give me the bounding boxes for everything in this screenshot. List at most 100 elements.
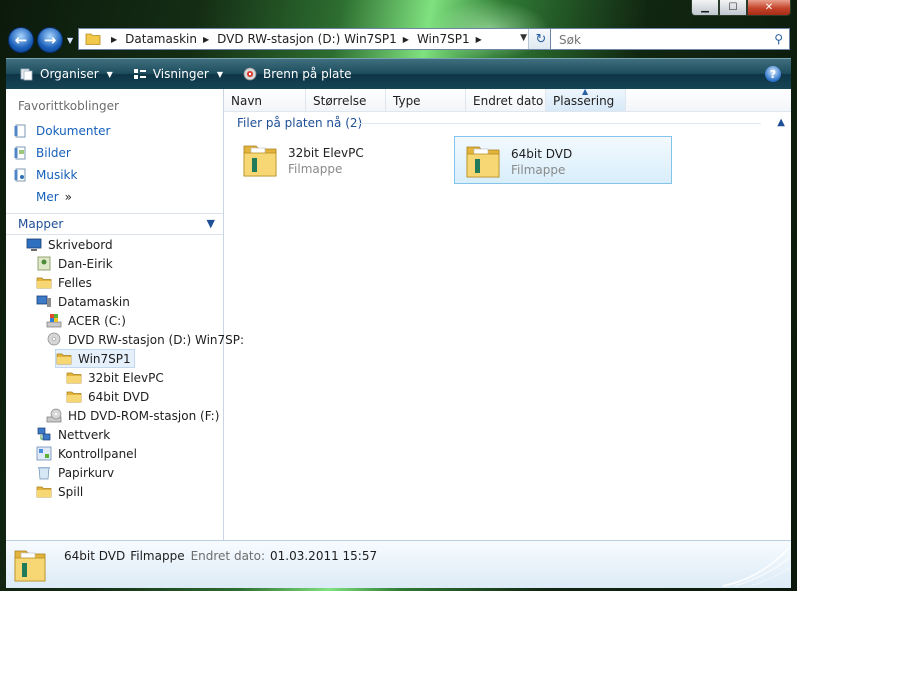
double-chevron-icon: » bbox=[64, 190, 73, 204]
folder-tile-64bit[interactable]: 64bit DVD Filmappe bbox=[454, 136, 672, 184]
tree-item[interactable]: DVD RW-stasjon (D:) Win7SP: bbox=[46, 330, 244, 349]
tree-item[interactable]: 64bit DVD bbox=[66, 387, 149, 406]
tree-item[interactable]: Felles bbox=[36, 273, 92, 292]
chevron-down-icon: ▼ bbox=[106, 69, 113, 79]
favorite-label: Mer bbox=[36, 190, 59, 204]
control-panel-icon bbox=[36, 446, 52, 461]
network-icon bbox=[37, 427, 51, 441]
tree-item[interactable]: HD DVD-ROM-stasjon (F:) bbox=[46, 406, 219, 425]
tree-item[interactable]: Datamaskin bbox=[36, 292, 130, 311]
tree-item[interactable]: Kontrollpanel bbox=[36, 444, 137, 463]
tree-item[interactable]: Dan-Eirik bbox=[36, 254, 113, 273]
tree-item-label: Datamaskin bbox=[58, 294, 130, 309]
favorite-label: Bilder bbox=[36, 146, 71, 160]
hd-dvd-drive-icon bbox=[46, 408, 62, 423]
address-bar[interactable]: ▶ Datamaskin ▶ DVD RW-stasjon (D:) Win7S… bbox=[78, 28, 554, 50]
favorite-pictures[interactable]: Bilder bbox=[14, 143, 214, 163]
navigation-pane: Favorittkoblinger Dokumenter Bilder Musi… bbox=[6, 89, 244, 540]
folders-header[interactable]: Mapper ▼ bbox=[6, 213, 223, 235]
pictures-icon bbox=[14, 146, 26, 160]
breadcrumb-win7sp1[interactable]: Win7SP1 bbox=[417, 32, 470, 46]
search-icon[interactable]: ⚲ bbox=[774, 32, 783, 46]
favorite-more[interactable]: Mer » bbox=[14, 187, 214, 207]
column-modified[interactable]: Endret dato bbox=[466, 89, 546, 111]
group-header[interactable]: Filer på platen nå (2) bbox=[237, 116, 362, 130]
tree-item-label: Dan-Eirik bbox=[58, 256, 113, 271]
chevron-down-icon: ▼ bbox=[216, 69, 223, 79]
views-icon bbox=[133, 69, 146, 79]
details-type: Filmappe bbox=[130, 549, 185, 563]
column-location[interactable]: ▲ Plassering bbox=[546, 87, 626, 111]
burn-button[interactable]: Brenn på plate bbox=[239, 65, 356, 83]
breadcrumb-arrow-icon[interactable]: ▶ bbox=[403, 35, 409, 44]
favorite-label: Dokumenter bbox=[36, 124, 111, 138]
folder-tile-32bit[interactable]: 32bit ElevPC Filmappe bbox=[232, 136, 450, 184]
details-pane: 64bit DVD Filmappe Endret dato: 01.03.20… bbox=[6, 540, 791, 588]
views-label: Visninger bbox=[152, 67, 209, 81]
help-button[interactable]: ? bbox=[765, 66, 781, 82]
folders-title: Mapper bbox=[18, 217, 64, 231]
back-arrow-icon: ← bbox=[14, 31, 28, 49]
client-area: Favorittkoblinger Dokumenter Bilder Musi… bbox=[6, 87, 791, 540]
favorite-label: Musikk bbox=[36, 168, 78, 182]
tree-item[interactable]: Skrivebord bbox=[26, 235, 113, 254]
tree-item[interactable]: 32bit ElevPC bbox=[66, 368, 164, 387]
folder-icon bbox=[36, 486, 52, 498]
breadcrumb-computer[interactable]: Datamaskin bbox=[125, 32, 197, 46]
search-box: ⚲ bbox=[550, 28, 790, 50]
breadcrumb-dvd-drive[interactable]: DVD RW-stasjon (D:) Win7SP1 bbox=[217, 32, 397, 46]
tree-item[interactable]: ACER (C:) bbox=[46, 311, 126, 330]
column-size[interactable]: Størrelse bbox=[306, 89, 386, 111]
decorative-swoosh bbox=[722, 547, 790, 587]
folder-name: 64bit DVD bbox=[511, 147, 573, 161]
navigation-bar: ← → ▼ ▶ Datamaskin ▶ DVD RW-stasjon (D:)… bbox=[8, 26, 790, 56]
tree-item[interactable]: Win7SP1 bbox=[55, 349, 135, 368]
close-button[interactable]: ✕ bbox=[747, 0, 791, 16]
tree-item-label: DVD RW-stasjon (D:) Win7SP: bbox=[68, 332, 245, 347]
folder-icon bbox=[66, 372, 82, 384]
tree-item[interactable]: Spill bbox=[36, 482, 83, 501]
organise-label: Organiser bbox=[40, 67, 99, 81]
documents-icon bbox=[14, 124, 26, 138]
tree-item[interactable]: Nettverk bbox=[36, 425, 110, 444]
folder-icon bbox=[36, 277, 52, 289]
tree-item-label: Papirkurv bbox=[58, 465, 115, 480]
forward-arrow-icon: → bbox=[43, 31, 57, 49]
collapse-chevron-icon[interactable]: ▲ bbox=[777, 117, 785, 128]
windows-drive-icon bbox=[46, 314, 62, 328]
tree-item-label: 32bit ElevPC bbox=[88, 370, 164, 385]
folder-icon bbox=[466, 146, 500, 178]
details-modified-value: 01.03.2011 15:57 bbox=[270, 549, 378, 563]
organise-button[interactable]: Organiser ▼ bbox=[16, 65, 117, 83]
chevron-down-icon: ▼ bbox=[206, 217, 215, 230]
folder-type: Filmappe bbox=[511, 163, 566, 177]
details-modified-label: Endret dato: bbox=[190, 549, 266, 563]
breadcrumb-arrow-icon[interactable]: ▶ bbox=[203, 35, 209, 44]
column-headers: Navn Størrelse Type Endret dato ▲ Plasse… bbox=[224, 87, 791, 112]
breadcrumb-arrow-icon[interactable]: ▶ bbox=[111, 35, 117, 44]
minimize-button[interactable]: ▁ bbox=[691, 0, 719, 16]
back-button[interactable]: ← bbox=[8, 27, 34, 53]
burn-disc-icon bbox=[243, 67, 257, 81]
history-dropdown-icon[interactable]: ▼ bbox=[67, 36, 77, 46]
favorite-documents[interactable]: Dokumenter bbox=[14, 121, 214, 141]
tree-item-label: Spill bbox=[58, 484, 84, 499]
refresh-icon: ↻ bbox=[535, 31, 547, 47]
forward-button[interactable]: → bbox=[37, 27, 63, 53]
column-type[interactable]: Type bbox=[386, 89, 466, 111]
computer-icon bbox=[36, 295, 51, 307]
folder-icon bbox=[66, 391, 82, 403]
search-input[interactable] bbox=[557, 30, 761, 50]
folder-type: Filmappe bbox=[288, 162, 343, 176]
column-name[interactable]: Navn bbox=[224, 89, 306, 111]
address-dropdown-icon[interactable]: ▼ bbox=[520, 33, 527, 43]
maximize-button[interactable]: ☐ bbox=[719, 0, 747, 16]
favorite-music[interactable]: Musikk bbox=[14, 165, 214, 185]
tree-item[interactable]: Papirkurv bbox=[36, 463, 114, 482]
tree-item-label: Skrivebord bbox=[48, 237, 113, 252]
organise-icon bbox=[20, 68, 33, 81]
details-text: 64bit DVD Filmappe Endret dato: 01.03.20… bbox=[64, 549, 377, 563]
views-button[interactable]: Visninger ▼ bbox=[129, 65, 227, 83]
breadcrumb-arrow-icon[interactable]: ▶ bbox=[476, 35, 482, 44]
breadcrumb: ▶ Datamaskin ▶ DVD RW-stasjon (D:) Win7S… bbox=[105, 32, 490, 46]
